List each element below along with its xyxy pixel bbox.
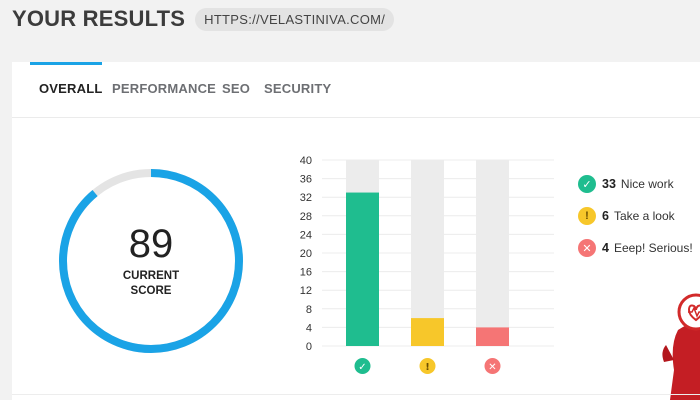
legend-label: Nice work <box>620 177 674 191</box>
y-tick-label: 16 <box>300 267 312 279</box>
y-tick-label: 28 <box>300 211 312 223</box>
results-bar-chart: 0 4 8 12 16 20 24 28 32 36 40 ✓! ✕ <box>300 155 554 374</box>
url-badge[interactable]: HTTPS://VELASTINIVA.COM/ <box>195 7 395 31</box>
bar-fail <box>476 327 509 346</box>
y-tick-label: 4 <box>306 322 312 334</box>
legend-item-fail: ✕ 4 Eeep! Serious! <box>578 232 693 264</box>
legend-count: 6 <box>602 209 609 223</box>
tab-seo[interactable]: SEO <box>222 81 250 96</box>
check-icon: ✓ <box>578 175 596 193</box>
results-legend: ✓ 33 Nice work ! 6 Take a look ✕ 4 Eeep!… <box>578 168 693 264</box>
legend-count: 4 <box>602 241 609 255</box>
y-tick-label: 8 <box>306 304 312 316</box>
bar-track <box>476 160 509 346</box>
tab-security[interactable]: SECURITY <box>264 81 331 96</box>
score-value: 89 <box>128 222 174 266</box>
exclamation-icon-glyph: ! <box>425 362 430 373</box>
y-tick-label: 32 <box>300 192 312 204</box>
bar-pass <box>346 192 379 346</box>
heart-mascot-icon <box>662 293 700 400</box>
score-label-line1: CURRENT <box>122 270 180 282</box>
x-icon: ✕ <box>578 239 596 257</box>
legend-item-pass: ✓ 33 Nice work <box>578 168 693 200</box>
legend-item-warning: ! 6 Take a look <box>578 200 693 232</box>
card-divider <box>12 394 700 395</box>
tab-overall[interactable]: OVERALL <box>39 81 103 96</box>
score-label: CURRENT SCORE <box>56 269 246 299</box>
legend-label: Take a look <box>613 209 675 223</box>
exclamation-icon: ! <box>578 207 596 225</box>
y-tick-label: 24 <box>300 229 312 241</box>
score-label-line2: SCORE <box>130 285 172 297</box>
y-tick-label: 40 <box>300 155 312 167</box>
page-title: YOUR RESULTS <box>12 6 186 31</box>
x-icon-glyph: ✕ <box>488 362 496 373</box>
results-card: OVERALL PERFORMANCE SEO SECURITY 89 CURR… <box>12 62 700 400</box>
y-tick-label: 0 <box>306 341 312 353</box>
tab-performance[interactable]: PERFORMANCE <box>112 81 216 96</box>
y-tick-label: 12 <box>300 285 312 297</box>
legend-label: Eeep! Serious! <box>613 241 693 255</box>
tab-bar: OVERALL PERFORMANCE SEO SECURITY <box>12 62 700 118</box>
active-tab-indicator <box>30 62 102 65</box>
legend-count: 33 <box>602 177 616 191</box>
check-icon-glyph: ✓ <box>358 362 366 373</box>
results-header: YOUR RESULTS HTTPS://VELASTINIVA.COM/ <box>12 4 395 34</box>
y-tick-label: 36 <box>300 174 312 186</box>
bar-warning <box>411 318 444 346</box>
y-tick-label: 20 <box>300 248 312 260</box>
